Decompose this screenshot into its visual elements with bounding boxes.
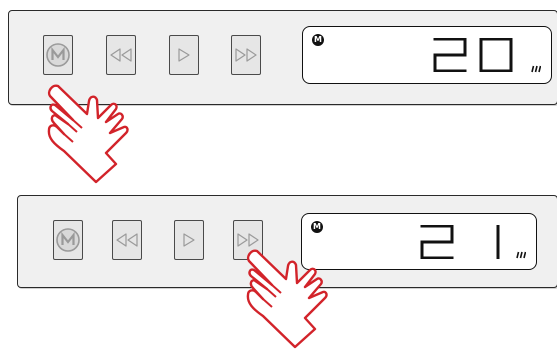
mode-button[interactable] bbox=[43, 35, 73, 75]
play-button[interactable] bbox=[174, 220, 204, 260]
rewind-button[interactable] bbox=[112, 220, 142, 260]
pointing-hand-icon bbox=[246, 249, 328, 349]
mode-m-icon bbox=[46, 43, 70, 67]
mode-indicator-badge: M bbox=[311, 221, 323, 233]
play-button[interactable] bbox=[169, 35, 199, 75]
segment-digits bbox=[420, 225, 500, 259]
segment-digits bbox=[433, 38, 513, 72]
lcd-display: M bbox=[302, 26, 552, 84]
mode-m-icon bbox=[56, 228, 80, 252]
mode-button[interactable] bbox=[53, 220, 83, 260]
lcd-display: M bbox=[301, 213, 537, 270]
rewind-button[interactable] bbox=[106, 35, 136, 75]
play-icon bbox=[178, 48, 190, 62]
rewind-icon bbox=[116, 233, 138, 247]
play-icon bbox=[183, 233, 195, 247]
pointing-hand-icon bbox=[47, 84, 129, 184]
fast-forward-icon bbox=[235, 48, 257, 62]
unit-symbol-icon bbox=[531, 65, 541, 73]
unit-symbol-icon bbox=[516, 251, 526, 259]
forward-button[interactable] bbox=[231, 35, 261, 75]
rewind-icon bbox=[110, 48, 132, 62]
mode-indicator-badge: M bbox=[312, 34, 324, 46]
